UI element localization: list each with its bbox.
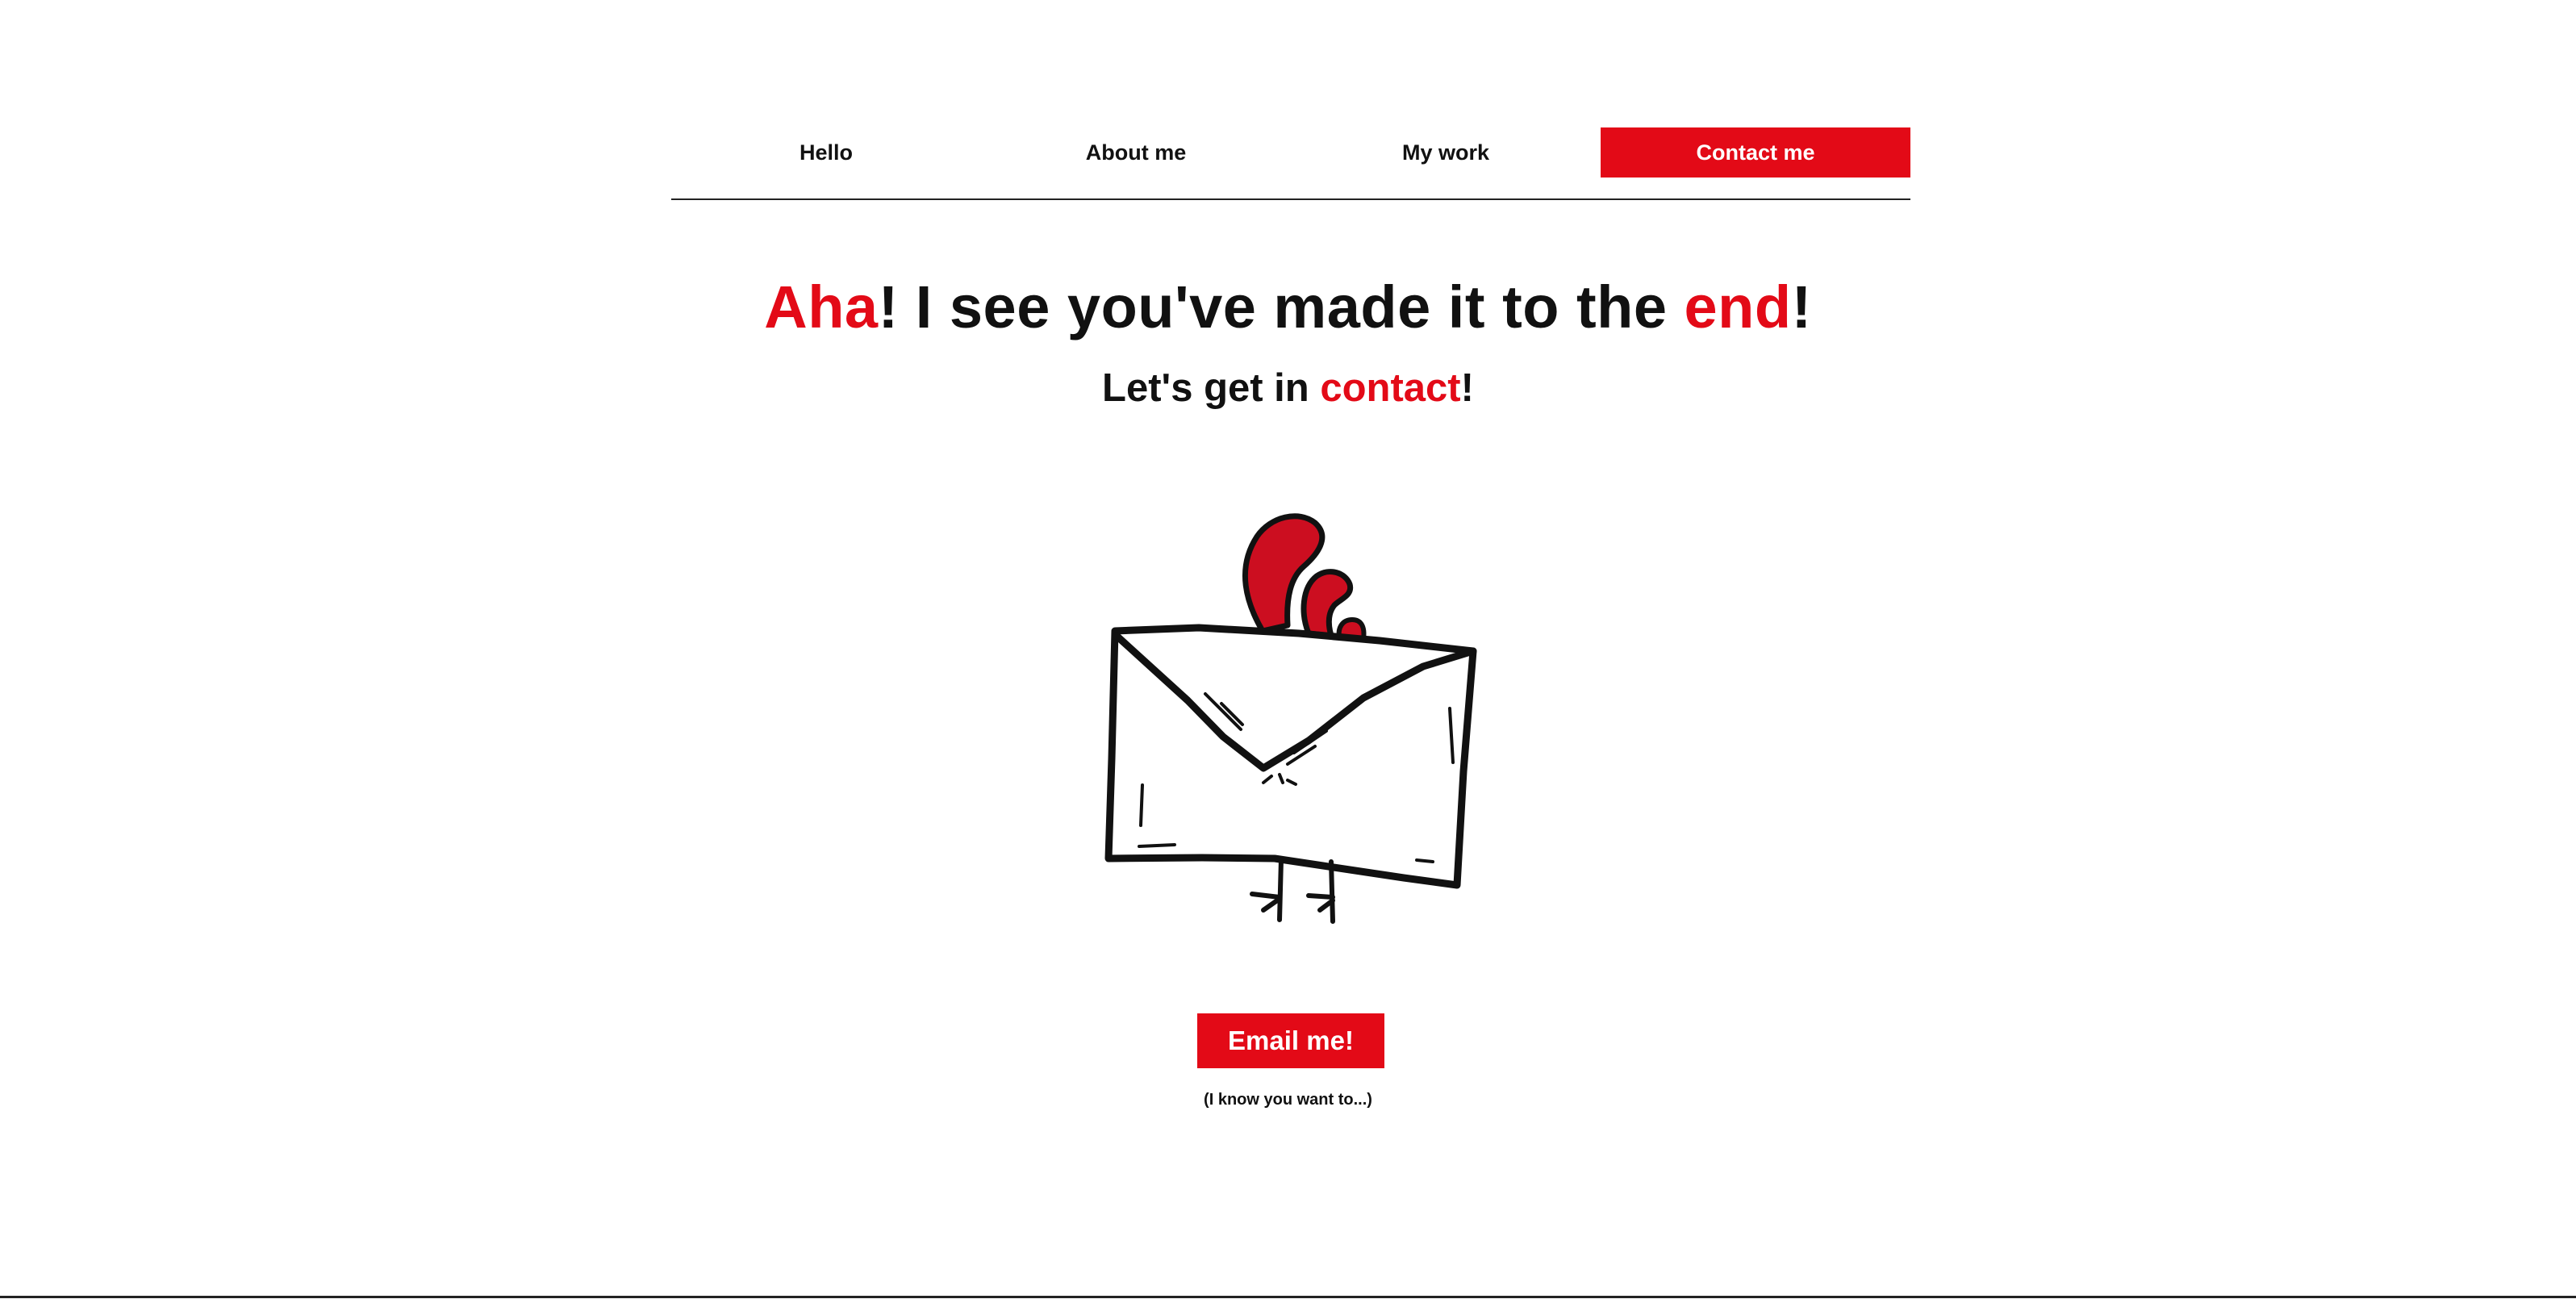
page: Hello About me My work Contact me Aha! I… (0, 0, 2576, 1299)
nav-divider (671, 198, 1910, 200)
cta-note: (I know you want to...) (1204, 1091, 1372, 1109)
title-accent-aha: Aha (764, 274, 879, 340)
nav-item-contact-me[interactable]: Contact me (1601, 127, 1910, 178)
envelope-bird-illustration (1104, 513, 1477, 924)
page-subtitle: Let's get in contact! (0, 362, 2576, 414)
title-text-exclaim: ! (1791, 274, 1812, 340)
subtitle-text-exclaim: ! (1460, 366, 1474, 410)
title-text-middle: ! I see you've made it to the (878, 274, 1685, 340)
subtitle-text-start: Let's get in (1102, 366, 1321, 410)
footer-divider (0, 1296, 2576, 1298)
page-title: Aha! I see you've made it to the end! (0, 267, 2576, 348)
subtitle-accent-contact: contact (1320, 366, 1461, 410)
nav-item-hello[interactable]: Hello (671, 127, 981, 178)
email-me-button[interactable]: Email me! (1197, 1013, 1384, 1068)
title-accent-end: end (1684, 274, 1792, 340)
nav-item-my-work[interactable]: My work (1291, 127, 1601, 178)
nav-item-about-me[interactable]: About me (981, 127, 1291, 178)
main-nav: Hello About me My work Contact me (671, 127, 1910, 200)
